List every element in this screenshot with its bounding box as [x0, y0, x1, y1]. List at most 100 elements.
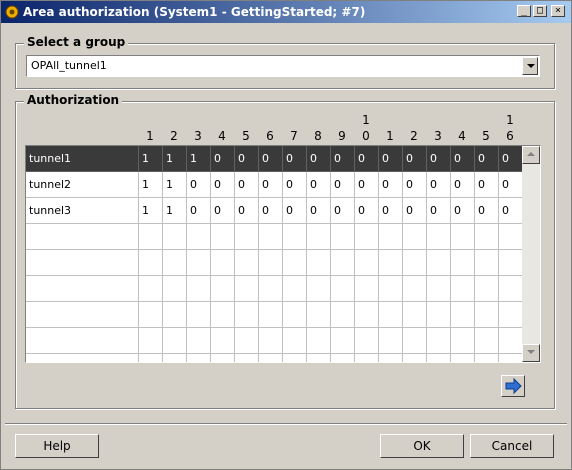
close-button[interactable]: × [551, 5, 565, 17]
auth-cell[interactable] [355, 276, 379, 302]
auth-cell[interactable] [211, 276, 235, 302]
auth-cell[interactable]: 0 [259, 146, 283, 172]
dropdown-button[interactable] [522, 57, 538, 75]
maximize-button[interactable]: □ [533, 5, 547, 17]
auth-cell[interactable] [211, 224, 235, 250]
auth-cell[interactable]: 0 [307, 172, 331, 198]
row-name-cell[interactable] [26, 302, 139, 328]
auth-cell[interactable]: 0 [475, 172, 499, 198]
auth-cell[interactable] [307, 224, 331, 250]
auth-cell[interactable] [139, 302, 163, 328]
auth-cell[interactable] [163, 354, 187, 362]
auth-cell[interactable]: 0 [235, 146, 259, 172]
auth-cell[interactable]: 0 [379, 172, 403, 198]
auth-cell[interactable] [235, 328, 259, 354]
row-name-cell[interactable]: tunnel3 [26, 198, 139, 224]
auth-cell[interactable] [499, 354, 523, 362]
auth-cell[interactable]: 0 [259, 198, 283, 224]
auth-cell[interactable] [379, 354, 403, 362]
auth-cell[interactable]: 0 [499, 198, 523, 224]
auth-cell[interactable] [163, 276, 187, 302]
auth-cell[interactable] [139, 224, 163, 250]
auth-cell[interactable]: 0 [427, 146, 451, 172]
row-name-cell[interactable] [26, 250, 139, 276]
auth-cell[interactable] [475, 328, 499, 354]
group-select[interactable]: OPAll_tunnel1 [26, 55, 540, 77]
auth-cell[interactable] [283, 250, 307, 276]
auth-cell[interactable]: 0 [499, 146, 523, 172]
auth-cell[interactable]: 0 [331, 172, 355, 198]
auth-cell[interactable] [403, 276, 427, 302]
auth-cell[interactable] [499, 328, 523, 354]
auth-cell[interactable]: 0 [403, 198, 427, 224]
auth-cell[interactable]: 0 [331, 198, 355, 224]
auth-cell[interactable] [235, 302, 259, 328]
auth-cell[interactable] [283, 328, 307, 354]
minimize-button[interactable]: _ [517, 5, 531, 17]
auth-cell[interactable]: 1 [139, 172, 163, 198]
auth-cell[interactable] [403, 224, 427, 250]
auth-cell[interactable] [187, 354, 211, 362]
auth-cell[interactable] [307, 276, 331, 302]
auth-cell[interactable] [331, 224, 355, 250]
row-name-cell[interactable] [26, 354, 139, 362]
auth-cell[interactable] [403, 354, 427, 362]
auth-cell[interactable]: 0 [355, 198, 379, 224]
auth-cell[interactable] [259, 276, 283, 302]
auth-cell[interactable] [451, 354, 475, 362]
row-name-cell[interactable] [26, 224, 139, 250]
auth-cell[interactable] [331, 276, 355, 302]
scroll-up-button[interactable] [522, 146, 540, 164]
help-button[interactable]: Help [15, 434, 99, 458]
auth-cell[interactable] [451, 328, 475, 354]
auth-cell[interactable] [259, 302, 283, 328]
auth-cell[interactable]: 0 [187, 172, 211, 198]
row-name-cell[interactable] [26, 328, 139, 354]
auth-cell[interactable] [427, 276, 451, 302]
auth-cell[interactable] [475, 276, 499, 302]
auth-cell[interactable] [163, 328, 187, 354]
auth-cell[interactable]: 0 [475, 198, 499, 224]
auth-cell[interactable] [355, 328, 379, 354]
auth-cell[interactable]: 0 [259, 172, 283, 198]
auth-cell[interactable] [187, 250, 211, 276]
auth-cell[interactable] [427, 354, 451, 362]
auth-cell[interactable] [139, 354, 163, 362]
auth-cell[interactable]: 0 [211, 172, 235, 198]
auth-cell[interactable]: 1 [163, 146, 187, 172]
auth-cell[interactable] [403, 250, 427, 276]
auth-cell[interactable]: 0 [403, 146, 427, 172]
auth-cell[interactable] [139, 276, 163, 302]
auth-cell[interactable]: 0 [283, 172, 307, 198]
auth-cell[interactable] [379, 276, 403, 302]
auth-cell[interactable] [427, 250, 451, 276]
auth-cell[interactable]: 0 [355, 146, 379, 172]
auth-cell[interactable] [211, 354, 235, 362]
scroll-down-button[interactable] [522, 344, 540, 362]
auth-cell[interactable]: 1 [139, 198, 163, 224]
auth-cell[interactable] [283, 354, 307, 362]
auth-cell[interactable] [187, 276, 211, 302]
auth-cell[interactable] [259, 224, 283, 250]
auth-cell[interactable]: 0 [379, 146, 403, 172]
auth-cell[interactable] [235, 354, 259, 362]
auth-cell[interactable] [235, 224, 259, 250]
auth-cell[interactable] [475, 302, 499, 328]
auth-cell[interactable] [283, 302, 307, 328]
auth-cell[interactable]: 1 [139, 146, 163, 172]
auth-cell[interactable] [307, 302, 331, 328]
authorization-table[interactable]: tunnel1 1 1 1 0 0 0 0 0 0 0 0 0 0 0 0 0 tunnel2 1 1 0 0 0 0 0 0 0 0… [25, 145, 541, 363]
auth-cell[interactable] [475, 224, 499, 250]
auth-cell[interactable] [283, 276, 307, 302]
auth-cell[interactable] [475, 250, 499, 276]
auth-cell[interactable]: 0 [187, 198, 211, 224]
auth-cell[interactable] [187, 302, 211, 328]
auth-cell[interactable]: 0 [379, 198, 403, 224]
auth-cell[interactable]: 0 [235, 172, 259, 198]
vertical-scrollbar[interactable] [522, 146, 540, 362]
auth-cell[interactable]: 0 [499, 172, 523, 198]
auth-cell[interactable] [379, 250, 403, 276]
auth-cell[interactable]: 0 [331, 146, 355, 172]
auth-cell[interactable] [451, 224, 475, 250]
auth-cell[interactable] [379, 224, 403, 250]
